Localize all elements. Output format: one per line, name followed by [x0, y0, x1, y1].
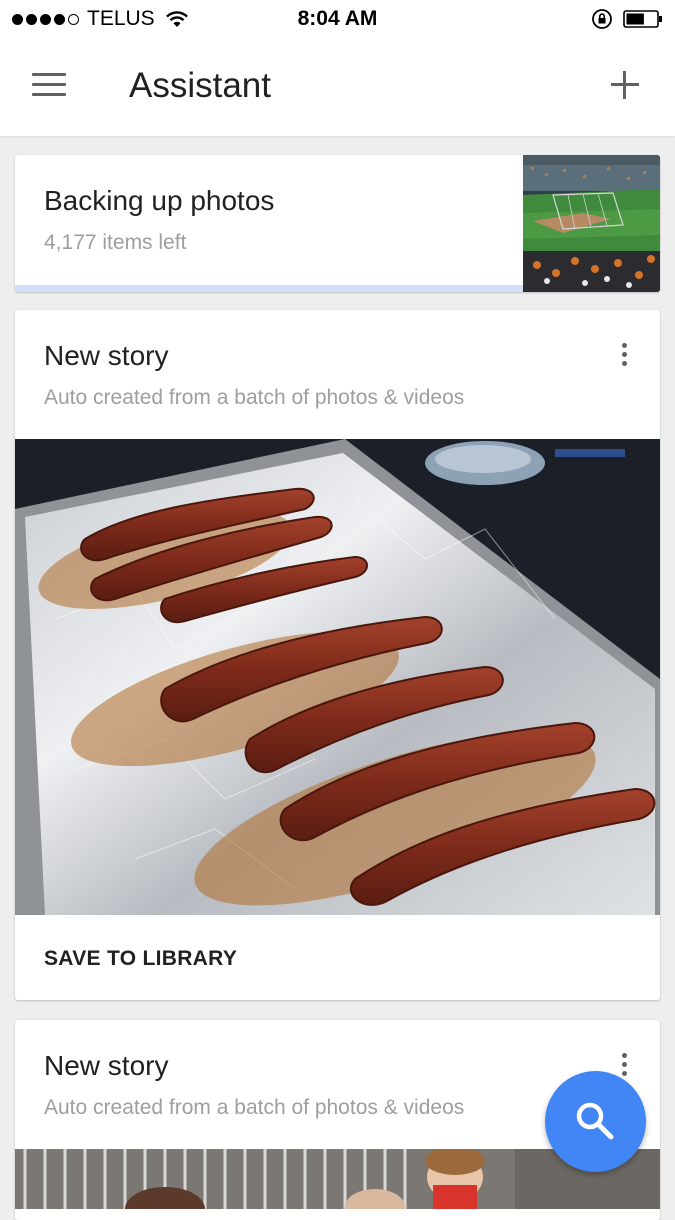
wifi-icon	[165, 11, 188, 27]
backup-title: Backing up photos	[44, 185, 275, 216]
backup-status-card[interactable]: Backing up photos 4,177 items left	[15, 155, 660, 292]
more-options-icon[interactable]	[622, 1053, 628, 1077]
story-photo[interactable]	[15, 439, 660, 915]
more-options-icon[interactable]	[622, 343, 628, 367]
backup-items-left: 4,177 items left	[44, 231, 187, 254]
status-bar: TELUS 8:04 AM	[0, 0, 675, 38]
story-subtitle: Auto created from a batch of photos & vi…	[44, 386, 465, 409]
story-title: New story	[44, 340, 169, 371]
cell-signal-icon	[12, 13, 79, 25]
save-to-library-button[interactable]: SAVE TO LIBRARY	[44, 947, 237, 971]
story-subtitle: Auto created from a batch of photos & vi…	[44, 1096, 465, 1119]
story-title: New story	[44, 1050, 169, 1081]
search-icon	[576, 1102, 614, 1140]
search-fab[interactable]	[545, 1071, 646, 1172]
add-icon[interactable]	[611, 71, 639, 99]
app-bar: Assistant	[0, 38, 675, 136]
backup-thumbnail-image[interactable]	[523, 155, 660, 292]
rotation-lock-icon	[592, 9, 612, 29]
backup-progress-bar	[15, 285, 524, 292]
battery-icon	[623, 10, 662, 28]
story-card[interactable]: New story Auto created from a batch of p…	[15, 310, 660, 1000]
page-title: Assistant	[129, 66, 271, 105]
menu-icon[interactable]	[32, 73, 66, 99]
carrier-name: TELUS	[87, 7, 155, 30]
